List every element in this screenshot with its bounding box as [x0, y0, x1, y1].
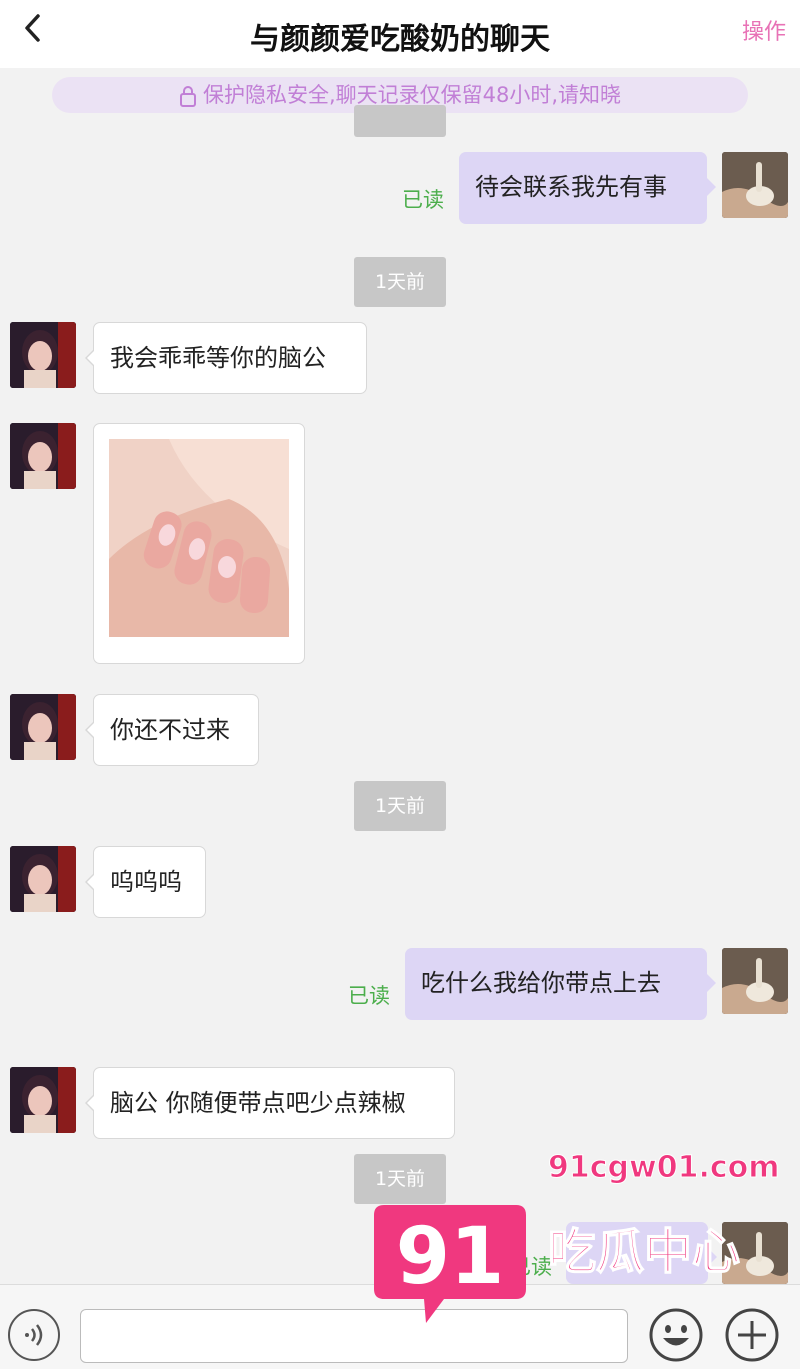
contact-avatar-image: [10, 694, 76, 760]
hand-photo-image: [109, 439, 289, 637]
watermark-url: 91cgw01.com: [548, 1150, 781, 1186]
contact-avatar[interactable]: [10, 322, 76, 388]
timestamp: 1天前: [354, 781, 446, 831]
lock-icon: [179, 86, 196, 107]
watermark-number: 91: [396, 1212, 505, 1302]
timestamp-partial: [354, 105, 446, 137]
incoming-message[interactable]: 呜呜呜: [85, 846, 206, 918]
emoji-icon[interactable]: [648, 1307, 704, 1363]
voice-button[interactable]: [8, 1309, 60, 1361]
incoming-message[interactable]: 我会乖乖等你的脑公: [85, 322, 367, 394]
chat-title: 与颜颜爱吃酸奶的聊天: [250, 22, 550, 57]
read-status: 已读: [348, 984, 390, 1008]
chat-header: 与颜颜爱吃酸奶的聊天 操作: [0, 0, 800, 68]
voice-icon: [25, 1324, 43, 1346]
contact-avatar[interactable]: [10, 1067, 76, 1133]
watermark-logo: 91: [374, 1205, 526, 1323]
privacy-notice-text: 保护隐私安全,聊天记录仅保留48小时,请知晓: [202, 83, 622, 107]
add-icon[interactable]: [724, 1307, 780, 1363]
contact-avatar[interactable]: [10, 694, 76, 760]
incoming-message[interactable]: 你还不过来: [85, 694, 259, 766]
read-status: 已读: [402, 188, 444, 212]
watermark-name: 吃瓜中心: [547, 1223, 741, 1281]
action-button[interactable]: 操作: [742, 14, 786, 46]
contact-avatar[interactable]: [10, 846, 76, 912]
incoming-message[interactable]: 脑公 你随便带点吧少点辣椒: [85, 1067, 455, 1139]
contact-avatar-image: [10, 846, 76, 912]
contact-avatar-image: [10, 423, 76, 489]
contact-avatar-image: [10, 322, 76, 388]
image-message[interactable]: [93, 423, 305, 664]
my-avatar-image: [722, 948, 788, 1014]
contact-avatar-image: [10, 1067, 76, 1133]
outgoing-message[interactable]: 待会联系我先有事: [459, 152, 716, 224]
my-avatar[interactable]: [722, 948, 788, 1014]
message-input[interactable]: [80, 1309, 628, 1363]
my-avatar-image: [722, 152, 788, 218]
contact-avatar[interactable]: [10, 423, 76, 489]
timestamp: 1天前: [354, 257, 446, 307]
outgoing-message[interactable]: 吃什么我给你带点上去: [405, 948, 716, 1020]
my-avatar[interactable]: [722, 152, 788, 218]
